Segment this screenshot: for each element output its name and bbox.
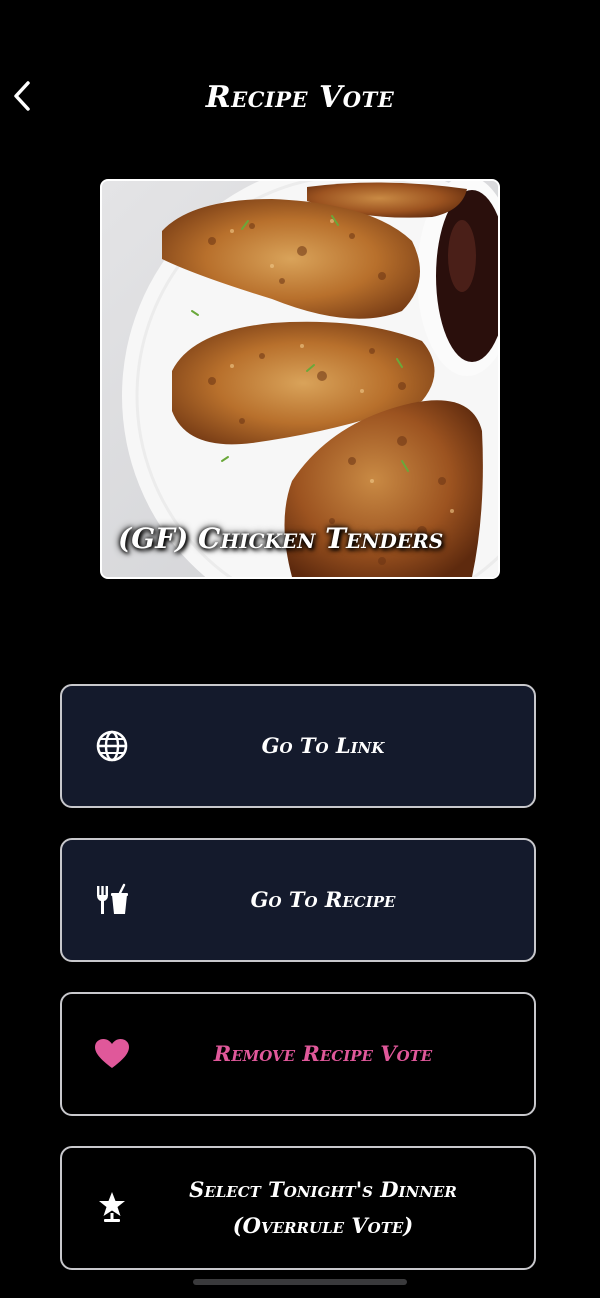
overrule-vote-line2: (Overrule Vote) <box>232 1213 414 1238</box>
header: Recipe Vote <box>0 60 600 136</box>
heart-icon <box>92 1034 132 1074</box>
select-tonights-dinner-label: Select Tonight's Dinner (Overrule Vote) <box>152 1172 494 1244</box>
star-trophy-icon <box>92 1188 132 1228</box>
go-to-link-button[interactable]: Go To Link <box>60 684 536 808</box>
recipe-photo <box>102 181 498 577</box>
home-indicator[interactable] <box>193 1279 407 1285</box>
remove-recipe-vote-button[interactable]: Remove Recipe Vote <box>60 992 536 1116</box>
go-to-recipe-label: Go To Recipe <box>250 887 396 912</box>
select-tonights-dinner-line1: Select Tonight's Dinner <box>189 1177 457 1202</box>
recipe-image-card[interactable]: (GF) Chicken Tenders <box>100 179 500 579</box>
page-title: Recipe Vote <box>205 80 395 115</box>
select-tonights-dinner-button[interactable]: Select Tonight's Dinner (Overrule Vote) <box>60 1146 536 1270</box>
globe-icon <box>92 726 132 766</box>
fork-knife-cup-icon <box>92 880 132 920</box>
recipe-name: (GF) Chicken Tenders <box>118 522 444 555</box>
go-to-recipe-button[interactable]: Go To Recipe <box>60 838 536 962</box>
go-to-link-label: Go To Link <box>261 733 385 758</box>
remove-recipe-vote-label: Remove Recipe Vote <box>213 1041 433 1066</box>
